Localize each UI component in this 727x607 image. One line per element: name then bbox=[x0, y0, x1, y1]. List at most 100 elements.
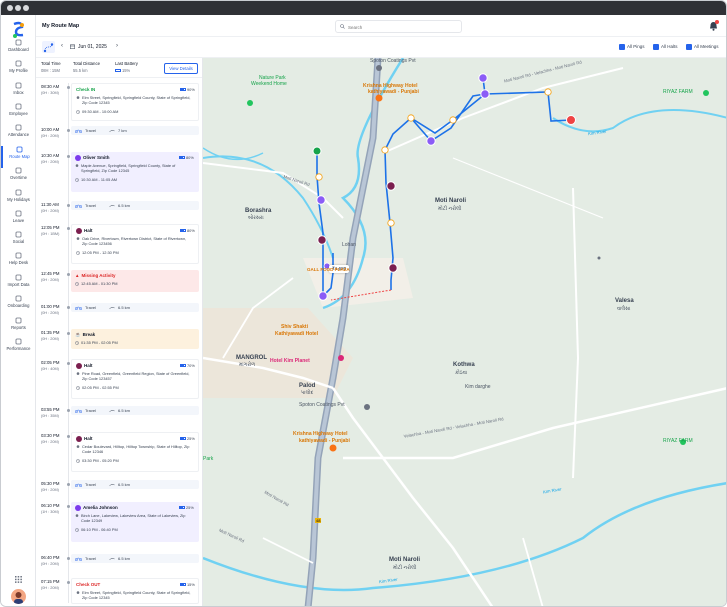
map-label-shiv-shakti: Shiv Shakti bbox=[281, 324, 308, 330]
sidebar-item-employee[interactable]: Employee bbox=[1, 103, 36, 125]
timeline-card-break[interactable]: ☕ Break 01:35 PM - 02:05 PM bbox=[71, 329, 199, 349]
timeline-card-halt[interactable]: Halt 70% Pine Road, Greenfield, Greenfield… bbox=[71, 359, 199, 399]
map-toolbar: ‹ Jun 01, 2025 › All Pings All Halts All… bbox=[36, 37, 726, 58]
map-label-shiv-shakti-sub: Kathiyawadi Hotel bbox=[275, 331, 319, 337]
travel-segment[interactable]: Travel 6.5 km bbox=[71, 480, 199, 489]
card-title: Halt bbox=[76, 228, 93, 234]
sidebar-item-label: Attendance bbox=[7, 132, 30, 137]
all-meetings-checkbox[interactable] bbox=[686, 44, 692, 50]
clock-icon bbox=[75, 281, 79, 286]
timeline-card-meeting[interactable]: Amelia Johnson 25% Birch Lane, Lakeview, L… bbox=[71, 502, 199, 542]
timeline-time-label: 12:45 PM bbox=[41, 271, 60, 276]
search-box[interactable] bbox=[335, 20, 462, 33]
route-distance-icon bbox=[109, 129, 115, 132]
sidebar-item-import-data[interactable]: Import Data bbox=[1, 274, 36, 296]
timeline-time-label: 11:30 AM bbox=[41, 202, 59, 207]
sidebar-item-my-profile[interactable]: My Profile bbox=[1, 60, 36, 82]
all-pings-label: All Pings bbox=[627, 44, 645, 49]
map-label-hotel-kim: Hotel Kim Planet bbox=[270, 358, 310, 364]
view-details-button[interactable]: View Details bbox=[164, 63, 198, 74]
timeline-duration: (0H : 20M) bbox=[41, 278, 59, 282]
timeline-card-halt[interactable]: Halt 80% Oak Drive, Rivertown, Rivertown D… bbox=[71, 224, 199, 264]
sidebar-item-help-desk[interactable]: Help Desk bbox=[1, 252, 36, 274]
window-close-dot[interactable] bbox=[7, 5, 13, 11]
card-title: Halt bbox=[76, 436, 93, 442]
travel-distance: 6.5 km bbox=[118, 408, 131, 413]
sidebar-item-reports[interactable]: Reports bbox=[1, 317, 36, 339]
top-bar: My Route Map bbox=[36, 15, 726, 37]
sidebar-item-overtime[interactable]: Overtime bbox=[1, 167, 36, 189]
dashboard-icon bbox=[15, 39, 22, 46]
sidebar-item-leave[interactable]: Leave bbox=[1, 210, 36, 232]
timeline-time-label: 10:30 AM bbox=[41, 153, 60, 158]
battery-level: 15% bbox=[180, 582, 195, 587]
timeline-card-checkout[interactable]: Check OUT 15% Elm Street, Springfield, Spr… bbox=[71, 578, 199, 604]
map-label-palod-gu: પાલોદ bbox=[301, 390, 314, 396]
timeline-card-meeting[interactable]: Oliver Smith 80% Maple Avenue, Springfield… bbox=[71, 152, 199, 192]
clock-icon bbox=[75, 340, 79, 345]
sidebar-item-performance[interactable]: Performance bbox=[1, 338, 36, 360]
holiday-icon bbox=[15, 189, 22, 196]
sidebar-item-dashboard[interactable]: Dashboard bbox=[1, 39, 36, 61]
timeline-duration: (0H : 20M) bbox=[41, 440, 59, 444]
next-date-button[interactable]: › bbox=[116, 43, 118, 49]
bike-icon bbox=[75, 128, 82, 133]
apps-grid-icon[interactable] bbox=[15, 576, 22, 583]
timeline-time-label: 07:15 PM bbox=[41, 579, 60, 584]
app-logo[interactable] bbox=[11, 21, 26, 39]
sidebar-item-my-holidays[interactable]: My Holidays bbox=[1, 189, 36, 211]
route-map[interactable]: Spoton Coatings Pvt Krishna Highway Hote… bbox=[203, 58, 726, 606]
sidebar-item-onboarding[interactable]: Onboarding bbox=[1, 295, 36, 317]
timeline-panel: Total Time 08H : 15M Total Distance 55.5… bbox=[36, 58, 203, 606]
page-title: My Route Map bbox=[42, 23, 80, 29]
travel-segment[interactable]: Travel 6.5 km bbox=[71, 406, 199, 415]
timeline-time-label: 08:30 AM bbox=[41, 84, 60, 89]
timeline-time: 01:35 PM (0H : 20M) bbox=[41, 330, 65, 341]
map-label-mangrol: MANGROL bbox=[236, 355, 267, 361]
all-pings-checkbox[interactable] bbox=[619, 44, 625, 50]
all-halts-checkbox[interactable] bbox=[653, 44, 659, 50]
timeline-time: 07:15 PM (0H : 20M) bbox=[41, 579, 65, 590]
warning-icon: ▲ bbox=[75, 273, 80, 278]
halt-badge-icon bbox=[76, 363, 82, 369]
travel-segment[interactable]: Travel 6.5 km bbox=[71, 201, 199, 210]
last-battery-value: 15% bbox=[115, 68, 130, 73]
timeline-duration: (0H : 20M) bbox=[41, 209, 59, 213]
map-label-valesa: Valesa bbox=[615, 298, 634, 304]
timeline-dot bbox=[67, 332, 70, 335]
travel-label: Travel bbox=[85, 305, 96, 310]
sidebar-item-route-map[interactable]: Route Map bbox=[1, 146, 36, 168]
sidebar-item-social[interactable]: Social bbox=[1, 231, 36, 253]
timeline-time-label: 12:05 PM bbox=[41, 225, 60, 230]
sidebar-item-label: Import Data bbox=[7, 282, 30, 287]
travel-segment[interactable]: Travel 6.5 km bbox=[71, 303, 199, 312]
location-pin-icon bbox=[76, 445, 80, 448]
user-avatar[interactable] bbox=[11, 589, 26, 604]
timeline-card-missing[interactable]: ▲ Missing Activity 12:45 AM - 01:30 PM bbox=[71, 270, 199, 292]
bike-icon bbox=[75, 556, 82, 561]
location-pin-icon bbox=[76, 237, 80, 240]
travel-label: Travel bbox=[85, 556, 96, 561]
timeline-card-halt[interactable]: Halt 25% Cedar Boulevard, Hilltop, Hilltop… bbox=[71, 432, 199, 472]
battery-icon bbox=[179, 156, 185, 160]
route-view-toggle[interactable] bbox=[42, 41, 55, 53]
sidebar-item-label: Leave bbox=[12, 218, 25, 223]
window-zoom-dot[interactable] bbox=[23, 5, 29, 11]
timeline-duration: (0H : 20M) bbox=[41, 160, 59, 164]
sidebar-item-attendance[interactable]: Attendance bbox=[1, 124, 36, 146]
card-address: Oak Drive, Rivertown, Rivertown District… bbox=[82, 236, 187, 246]
card-address: Cedar Boulevard, Hilltop, Hilltop Townsh… bbox=[82, 444, 190, 454]
travel-segment[interactable]: Travel 7 km bbox=[71, 126, 199, 135]
search-input[interactable] bbox=[348, 23, 458, 31]
break-icon: ☕ bbox=[75, 332, 81, 337]
timeline-card-checkin[interactable]: Check IN 90% Elm Street, Springfield, Spri… bbox=[71, 83, 199, 121]
sidebar-item-label: Employee bbox=[9, 111, 28, 116]
timeline-time-label: 10:00 AM bbox=[41, 127, 60, 132]
prev-date-button[interactable]: ‹ bbox=[61, 43, 63, 49]
sidebar-item-inbox[interactable]: Inbox bbox=[1, 82, 36, 104]
timeline-time: 05:30 PM (0H : 20M) bbox=[41, 481, 65, 492]
travel-segment[interactable]: Travel 6.5 km bbox=[71, 554, 199, 563]
window-minimize-dot[interactable] bbox=[15, 5, 21, 11]
selected-date[interactable]: Jun 01, 2025 bbox=[78, 44, 107, 50]
route-icon bbox=[43, 43, 54, 53]
